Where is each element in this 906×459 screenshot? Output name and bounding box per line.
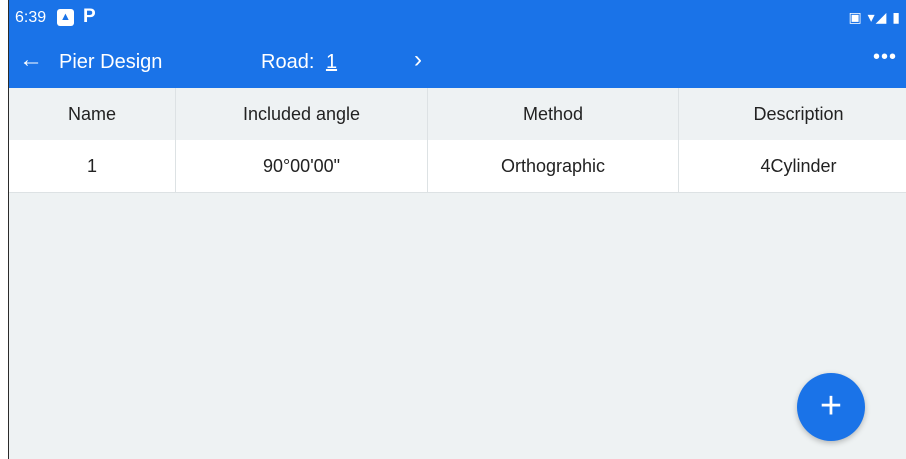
table-header-row: Name Included angle Method Description (9, 88, 906, 140)
gallery-icon: ▲ (57, 9, 74, 26)
cell-name[interactable]: 1 (9, 140, 176, 193)
plus-icon: + (819, 385, 843, 427)
system-icons: ▣ ▾◢ ▮ (848, 9, 901, 25)
app-screen: 6:39 ▲ P ▣ ▾◢ ▮ ← Pier Design Road: 1 › … (8, 0, 906, 459)
header-name[interactable]: Name (9, 88, 176, 140)
status-bar: 6:39 ▲ P ▣ ▾◢ ▮ (9, 0, 906, 36)
chevron-right-icon[interactable]: › (414, 46, 422, 74)
cell-description[interactable]: 4Cylinder (678, 140, 906, 193)
add-button[interactable]: + (797, 373, 865, 441)
status-time: 6:39 (15, 9, 47, 26)
road-label: Road: (261, 51, 315, 73)
header-included-angle[interactable]: Included angle (175, 88, 428, 140)
page-title: Pier Design (59, 51, 163, 73)
road-value[interactable]: 1 (326, 51, 337, 73)
app-toolbar: ← Pier Design Road: 1 › ••• (9, 36, 906, 88)
pier-table: Name Included angle Method Description 1… (9, 88, 906, 193)
cell-method[interactable]: Orthographic (427, 140, 679, 193)
more-options-icon[interactable]: ••• (873, 46, 897, 69)
road-selector[interactable]: Road: 1 (261, 51, 337, 74)
back-arrow-icon[interactable]: ← (19, 46, 43, 74)
header-method[interactable]: Method (427, 88, 679, 140)
cell-included-angle[interactable]: 90°00'00" (175, 140, 428, 193)
parking-icon: P (83, 6, 96, 27)
header-description[interactable]: Description (678, 88, 906, 140)
table-row[interactable]: 1 90°00'00" Orthographic 4Cylinder (9, 140, 906, 193)
